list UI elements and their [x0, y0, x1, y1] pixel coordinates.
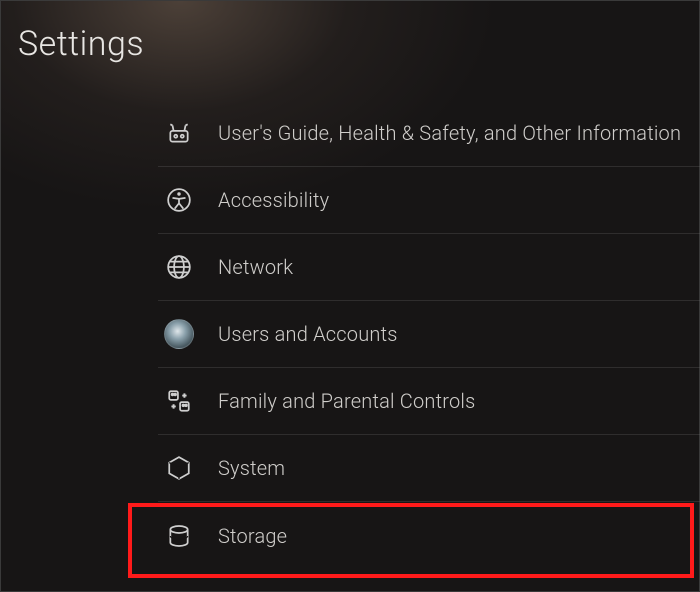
menu-item-family-parental[interactable]: Family and Parental Controls: [158, 368, 700, 435]
menu-label: Storage: [218, 524, 287, 548]
menu-label: Users and Accounts: [218, 322, 398, 346]
menu-item-system[interactable]: System: [158, 435, 700, 502]
menu-item-accessibility[interactable]: Accessibility: [158, 167, 700, 234]
menu-item-network[interactable]: Network: [158, 234, 700, 301]
menu-item-users-guide[interactable]: User's Guide, Health & Safety, and Other…: [158, 100, 700, 167]
menu-label: Network: [218, 255, 293, 279]
menu-label: User's Guide, Health & Safety, and Other…: [218, 121, 681, 145]
settings-menu: User's Guide, Health & Safety, and Other…: [158, 100, 700, 569]
storage-icon: [162, 519, 196, 553]
accessibility-icon: [162, 183, 196, 217]
avatar-icon: [162, 317, 196, 351]
cube-icon: [162, 451, 196, 485]
menu-label: Family and Parental Controls: [218, 389, 475, 413]
menu-item-users-accounts[interactable]: Users and Accounts: [158, 301, 700, 368]
menu-label: Accessibility: [218, 188, 329, 212]
usersguide-icon: [162, 116, 196, 150]
page-title: Settings: [18, 24, 144, 64]
globe-icon: [162, 250, 196, 284]
menu-label: System: [218, 456, 285, 480]
menu-item-storage[interactable]: Storage: [158, 502, 700, 569]
family-icon: [162, 384, 196, 418]
